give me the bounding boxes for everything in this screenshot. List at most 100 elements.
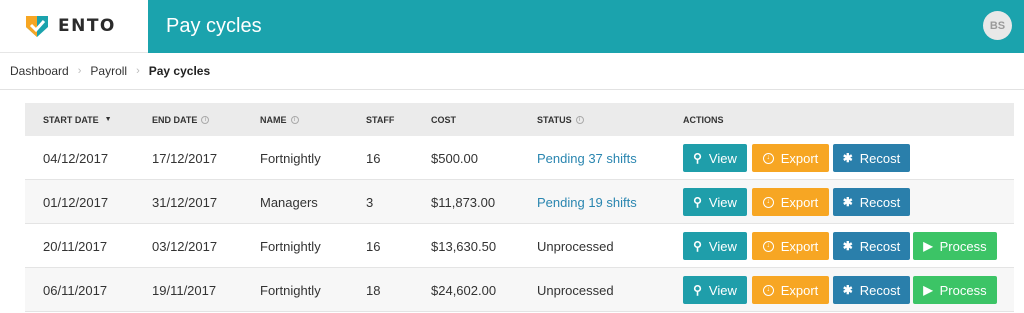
header-name[interactable]: NAME i [260,103,299,136]
download-circle-icon: ↓ [762,240,774,252]
download-circle-icon: ↓ [762,152,774,164]
header-end-date[interactable]: END DATE i [152,103,210,136]
export-label: Export [780,282,819,298]
top-bar: ENTO Pay cycles BS [0,0,1024,53]
header: Pay cycles BS [148,0,1024,53]
table-row: 04/12/2017 17/12/2017 Fortnightly 16 $50… [25,136,1014,180]
header-start-date[interactable]: START DATE ▼ [43,103,112,136]
view-button[interactable]: ⚲ View [683,144,747,172]
cell-name: Fortnightly [260,238,321,254]
chevron-right-icon: › [136,65,140,77]
info-icon[interactable]: i [290,115,299,124]
view-label: View [708,194,737,210]
cell-cost: $13,630.50 [431,238,497,254]
breadcrumb-dashboard[interactable]: Dashboard [10,64,69,78]
gear-icon: ✱ [842,239,853,253]
info-icon[interactable]: i [575,115,584,124]
process-label: Process [939,238,987,254]
table-row: 01/12/2017 31/12/2017 Managers 3 $11,873… [25,180,1014,224]
breadcrumb: Dashboard › Payroll › Pay cycles [10,63,210,79]
avatar[interactable]: BS [983,11,1012,40]
header-staff-label: STAFF [366,114,395,125]
status-link[interactable]: Pending 19 shifts [537,180,637,224]
download-circle-icon: ↓ [762,196,774,208]
brand[interactable]: ENTO [0,0,148,53]
play-icon: ▶ [923,239,933,253]
cell-end-date: 19/11/2017 [152,282,217,298]
cell-staff: 18 [366,282,381,298]
gear-icon: ✱ [842,195,853,209]
search-icon: ⚲ [693,239,702,253]
table-header: START DATE ▼ END DATE i NAME i STAFF COS… [25,103,1014,136]
ento-logo-icon [26,16,48,37]
table-row: 20/11/2017 03/12/2017 Fortnightly 16 $13… [25,224,1014,268]
header-name-label: NAME [260,114,287,125]
brand-name: ENTO [58,16,116,36]
search-icon: ⚲ [693,151,702,165]
export-button[interactable]: ↓ Export [752,276,829,304]
cell-start-date: 01/12/2017 [43,194,109,210]
view-label: View [708,282,737,298]
sort-desc-icon: ▼ [104,116,112,123]
page-title: Pay cycles [166,15,262,37]
cell-name: Managers [260,194,318,210]
export-button[interactable]: ↓ Export [752,144,829,172]
header-start-date-label: START DATE [43,114,99,125]
recost-label: Recost [859,238,901,254]
cell-staff: 16 [366,238,381,254]
header-staff[interactable]: STAFF [366,103,394,136]
cell-name: Fortnightly [260,282,321,298]
divider [0,89,1024,90]
header-end-date-label: END DATE [152,114,198,125]
cell-end-date: 31/12/2017 [152,194,218,210]
cell-staff: 16 [366,150,381,166]
recost-button[interactable]: ✱ Recost [833,276,910,304]
cell-staff: 3 [366,194,374,210]
export-label: Export [780,150,819,166]
export-button[interactable]: ↓ Export [752,188,829,216]
recost-button[interactable]: ✱ Recost [833,144,910,172]
header-status-label: STATUS [537,114,572,125]
search-icon: ⚲ [693,283,702,297]
cell-end-date: 17/12/2017 [152,150,218,166]
cell-start-date: 20/11/2017 [43,238,108,254]
cell-cost: $11,873.00 [431,194,496,210]
info-icon[interactable]: i [201,115,210,124]
view-label: View [708,238,737,254]
chevron-right-icon: › [77,65,82,77]
status-text: Unprocessed [537,282,614,298]
status-text: Unprocessed [537,238,614,254]
recost-label: Recost [859,150,901,166]
process-button[interactable]: ▶ Process [913,276,997,304]
recost-button[interactable]: ✱ Recost [833,188,910,216]
download-circle-icon: ↓ [762,284,774,296]
recost-button[interactable]: ✱ Recost [833,232,910,260]
recost-label: Recost [859,194,901,210]
view-button[interactable]: ⚲ View [683,276,747,304]
cell-end-date: 03/12/2017 [152,238,218,254]
search-icon: ⚲ [693,195,702,209]
pay-cycles-table: START DATE ▼ END DATE i NAME i STAFF COS… [25,103,1014,312]
process-label: Process [939,282,987,298]
table-row: 06/11/2017 19/11/2017 Fortnightly 18 $24… [25,268,1014,312]
gear-icon: ✱ [842,283,853,297]
view-button[interactable]: ⚲ View [683,188,747,216]
gear-icon: ✱ [842,151,853,165]
cell-cost: $24,602.00 [431,282,497,298]
export-button[interactable]: ↓ Export [752,232,829,260]
header-cost[interactable]: COST [431,103,456,136]
status-link[interactable]: Pending 37 shifts [537,136,637,180]
process-button[interactable]: ▶ Process [913,232,997,260]
recost-label: Recost [859,282,901,298]
breadcrumb-pay-cycles: Pay cycles [148,64,211,78]
view-label: View [708,150,737,166]
table-body: 04/12/2017 17/12/2017 Fortnightly 16 $50… [25,136,1014,312]
view-button[interactable]: ⚲ View [683,232,747,260]
export-label: Export [780,238,819,254]
export-label: Export [780,194,819,210]
header-status[interactable]: STATUS i [537,103,584,136]
breadcrumb-payroll[interactable]: Payroll [90,64,127,78]
header-actions-label: ACTIONS [683,114,724,125]
cell-name: Fortnightly [260,150,321,166]
header-cost-label: COST [431,114,457,125]
